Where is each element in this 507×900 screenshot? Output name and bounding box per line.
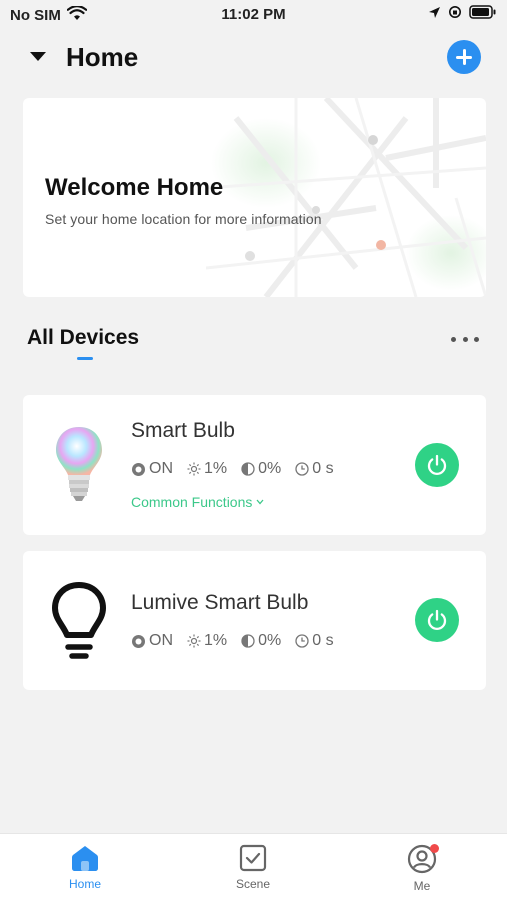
welcome-card[interactable]: Welcome Home Set your home location for … — [23, 98, 486, 297]
power-dot-icon — [132, 462, 145, 476]
home-dropdown-caret-icon[interactable] — [30, 52, 46, 61]
scene-checkbox-icon — [239, 844, 267, 872]
timer-value: 0 s — [312, 632, 334, 649]
tab-scene[interactable]: Scene — [203, 844, 303, 891]
device-card-lumive-smart-bulb[interactable]: Lumive Smart Bulb ON 1% 0% 0 s — [23, 551, 486, 690]
contrast-stat: 0% — [241, 460, 281, 478]
contrast-value: 0% — [258, 460, 282, 477]
rgb-bulb-icon — [56, 427, 102, 501]
notification-badge — [430, 844, 439, 853]
status-bar: No SIM 11:02 PM — [0, 0, 507, 32]
timer-stat: 0 s — [295, 460, 334, 478]
chevron-down-icon — [256, 499, 264, 505]
brightness-value: 1% — [204, 632, 228, 649]
common-functions-link[interactable]: Common Functions — [131, 494, 264, 510]
contrast-icon — [241, 462, 255, 476]
brightness-value: 1% — [204, 460, 228, 477]
tab-label: Me — [413, 879, 431, 893]
tab-label: Home — [68, 877, 101, 891]
contrast-icon — [241, 634, 255, 648]
lightbulb-outline-icon — [52, 582, 106, 659]
power-icon — [427, 609, 447, 630]
map-illustration — [206, 98, 486, 297]
power-state-value: ON — [149, 460, 173, 477]
orientation-lock-icon — [448, 5, 462, 24]
brightness-stat: 1% — [187, 460, 227, 478]
tab-label: Scene — [235, 877, 271, 891]
home-title[interactable]: Home — [66, 42, 138, 73]
home-icon — [72, 846, 98, 871]
common-functions-label: Common Functions — [131, 494, 253, 510]
more-dot-icon — [474, 336, 479, 342]
welcome-title: Welcome Home — [45, 174, 224, 201]
power-button[interactable] — [415, 598, 459, 642]
device-stats: ON 1% 0% 0 s — [131, 632, 348, 650]
tab-all-devices[interactable]: All Devices — [27, 326, 139, 350]
more-dot-icon — [451, 336, 456, 342]
power-button[interactable] — [415, 443, 459, 487]
tab-me[interactable]: Me — [372, 844, 472, 893]
clock-icon — [295, 462, 309, 476]
status-right — [428, 5, 497, 24]
contrast-stat: 0% — [241, 632, 281, 650]
power-state-stat: ON — [131, 632, 173, 650]
location-arrow-icon — [428, 6, 441, 24]
timer-stat: 0 s — [295, 632, 334, 650]
power-dot-icon — [132, 634, 145, 648]
power-state-value: ON — [149, 632, 173, 649]
add-button[interactable] — [447, 40, 481, 74]
contrast-value: 0% — [258, 632, 282, 649]
clock-icon — [295, 634, 309, 648]
brightness-stat: 1% — [187, 632, 227, 650]
device-stats: ON 1% 0% 0 s — [131, 460, 348, 478]
more-options-button[interactable] — [451, 334, 479, 344]
power-state-stat: ON — [131, 460, 173, 478]
power-icon — [427, 454, 447, 475]
bottom-tab-bar: Home Scene Me — [0, 833, 507, 900]
welcome-subtitle: Set your home location for more informat… — [45, 211, 322, 227]
tab-home[interactable]: Home — [35, 844, 135, 891]
active-tab-indicator — [77, 357, 93, 360]
device-card-smart-bulb[interactable]: Smart Bulb ON 1% 0% 0 s Common Functions — [23, 395, 486, 535]
battery-icon — [469, 5, 497, 24]
device-name: Smart Bulb — [131, 419, 235, 442]
brightness-sun-icon — [187, 634, 201, 648]
home-header: Home — [28, 40, 483, 76]
timer-value: 0 s — [312, 460, 334, 477]
devices-section-header: All Devices — [27, 324, 479, 364]
more-dot-icon — [462, 336, 468, 342]
device-name: Lumive Smart Bulb — [131, 591, 309, 614]
brightness-sun-icon — [187, 462, 201, 476]
